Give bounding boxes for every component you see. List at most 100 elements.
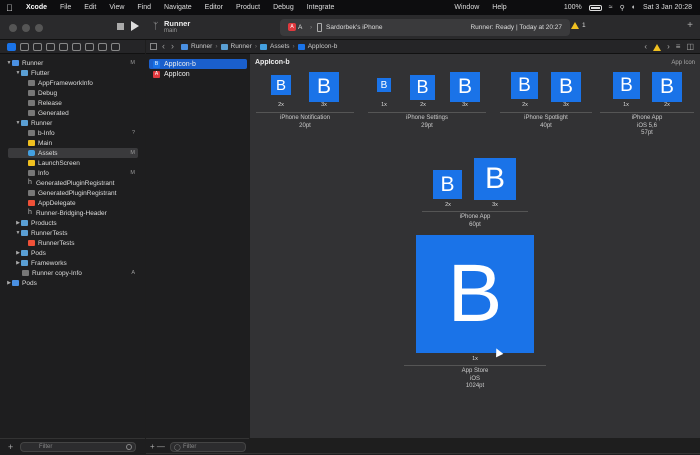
stop-icon[interactable]	[117, 23, 124, 30]
tree-item-runnertests-folder[interactable]: ▼ RunnerTests	[0, 228, 145, 238]
previous-issue-icon[interactable]: ‹	[644, 42, 647, 51]
adjust-editor-icon[interactable]: ≡	[676, 42, 681, 51]
icon-slot-iphone-app-legacy-2x[interactable]: B	[652, 72, 682, 102]
icon-slot-iphone-app-3x[interactable]: B	[474, 158, 516, 200]
debug-navigator-tab[interactable]	[85, 42, 94, 51]
run-icon[interactable]	[131, 21, 139, 31]
tree-item-debug[interactable]: Debug	[0, 88, 145, 98]
project-name[interactable]: Runner	[164, 19, 190, 28]
icon-slot-settings-1x[interactable]: B	[377, 78, 391, 92]
tree-item-generatedpluginregistrant-h[interactable]: h GeneratedPluginRegistrant	[0, 178, 145, 188]
tree-item-appframeworkinfo[interactable]: AppFrameworkInfo	[0, 78, 145, 88]
device-name[interactable]: Sardorbek's iPhone	[326, 24, 383, 31]
icon-slot-spotlight-2x[interactable]: B	[511, 72, 538, 99]
scale-label: 3x	[462, 102, 468, 108]
menu-help[interactable]: Help	[492, 4, 506, 11]
add-asset-button[interactable]: + —	[150, 442, 165, 451]
tree-item-bridging-header[interactable]: h Runner-Bridging-Header	[0, 208, 145, 218]
activity-view[interactable]: A A › Sardorbek's iPhone Runner: Ready |…	[280, 19, 570, 36]
tree-item-pods-group[interactable]: ▶ Pods	[0, 248, 145, 258]
tree-item-runner-copy-info[interactable]: Runner copy-Info A	[0, 268, 145, 278]
tree-item-products[interactable]: ▶ Products	[0, 218, 145, 228]
navigator-filter-input[interactable]: Filter	[20, 442, 136, 452]
project-navigator-tab[interactable]	[7, 42, 16, 51]
icon-slot-notification-2x[interactable]: B	[271, 75, 291, 95]
icon-slot-settings-2x[interactable]: B	[410, 75, 435, 100]
tree-item-runner-project[interactable]: ▼ Runner M	[0, 58, 145, 68]
icon-slot-iphone-app-2x[interactable]: B	[433, 170, 462, 199]
add-icon[interactable]: +	[687, 20, 693, 31]
control-center-icon[interactable]: ◐	[632, 4, 636, 11]
project-icon	[181, 43, 188, 50]
menu-editor[interactable]: Editor	[205, 4, 223, 11]
menu-product[interactable]: Product	[236, 4, 260, 11]
back-icon[interactable]: ‹	[162, 41, 165, 51]
tree-item-launchscreen[interactable]: LaunchScreen	[0, 158, 145, 168]
menu-edit[interactable]: Edit	[84, 4, 96, 11]
tree-item-generatedpluginregistrant-m[interactable]: GeneratedPluginRegistrant	[0, 188, 145, 198]
battery-icon[interactable]	[588, 4, 602, 11]
report-navigator-tab[interactable]	[111, 42, 120, 51]
issue-navigator-tab[interactable]	[59, 42, 68, 51]
icon-slot-app-store-1x[interactable]: B	[416, 235, 534, 353]
warning-indicator[interactable]: 1	[571, 22, 586, 29]
scale-label: 1x	[623, 102, 629, 108]
icon-slot-spotlight-3x[interactable]: B	[551, 72, 581, 102]
related-items-icon[interactable]	[150, 43, 157, 50]
menu-debug[interactable]: Debug	[273, 4, 294, 11]
tree-item-b-info[interactable]: b-Info?	[0, 128, 145, 138]
battery-percent: 100%	[563, 4, 582, 11]
recent-files-icon[interactable]	[126, 444, 132, 450]
menu-integrate[interactable]: Integrate	[307, 4, 335, 11]
asset-filter-input[interactable]: ◯ Filter	[170, 442, 246, 452]
asset-item-appicon[interactable]: A AppIcon	[149, 69, 247, 79]
tree-item-appdelegate[interactable]: AppDelegate	[0, 198, 145, 208]
find-navigator-tab[interactable]	[46, 42, 55, 51]
menu-app-name[interactable]: Xcode	[26, 4, 47, 11]
search-icon[interactable]: ⚲	[620, 4, 625, 12]
zoom-window-button[interactable]	[35, 24, 43, 32]
forward-icon[interactable]: ›	[171, 41, 174, 51]
tree-item-runnertests-file[interactable]: RunnerTests	[0, 238, 145, 248]
breadcrumb-item-project[interactable]: Runner	[191, 43, 212, 50]
tree-item-release[interactable]: Release	[0, 98, 145, 108]
menu-navigate[interactable]: Navigate	[164, 4, 192, 11]
breadcrumb-item-appicon[interactable]: AppIcon-b	[308, 43, 338, 50]
test-navigator-tab[interactable]	[72, 42, 81, 51]
tree-item-runner-folder[interactable]: ▼ Runner	[0, 118, 145, 128]
tree-item-frameworks[interactable]: ▶ Frameworks	[0, 258, 145, 268]
icon-slot-settings-3x[interactable]: B	[450, 72, 480, 102]
tree-item-main[interactable]: Main	[0, 138, 145, 148]
icon-slot-iphone-app-legacy-1x[interactable]: B	[613, 72, 640, 99]
breadcrumb-item-folder[interactable]: Runner	[231, 43, 252, 50]
tree-item-info[interactable]: Info M	[0, 168, 145, 178]
menu-file[interactable]: File	[60, 4, 71, 11]
wifi-icon[interactable]: ≈	[609, 4, 613, 11]
apple-icon[interactable]: 	[6, 3, 16, 13]
branch-name[interactable]: main	[164, 28, 177, 34]
menu-clock[interactable]: Sat 3 Jan 20:28	[643, 4, 692, 11]
breakpoint-navigator-tab[interactable]	[98, 42, 107, 51]
add-file-button[interactable]: +	[8, 442, 13, 452]
menu-window[interactable]: Window	[454, 4, 479, 11]
tree-item-assets[interactable]: Assets M	[8, 148, 138, 158]
tree-item-generated[interactable]: Generated	[0, 108, 145, 118]
minimize-window-button[interactable]	[22, 24, 30, 32]
scale-label: 2x	[445, 202, 451, 208]
next-issue-icon[interactable]: ›	[667, 42, 670, 51]
warning-icon	[571, 22, 579, 29]
source-control-tab[interactable]	[20, 42, 29, 51]
split-editor-icon[interactable]: ◫	[686, 42, 694, 51]
jump-bar-controls: ‹ › ≡ ◫	[644, 42, 694, 51]
breadcrumb-item-assets[interactable]: Assets	[270, 43, 290, 50]
tree-item-pods-project[interactable]: ▶ Pods	[0, 278, 145, 288]
scheme-name[interactable]: A	[298, 24, 302, 31]
menu-find[interactable]: Find	[137, 4, 151, 11]
icon-slot-notification-3x[interactable]: B	[309, 72, 339, 102]
warning-icon[interactable]	[653, 44, 662, 51]
close-window-button[interactable]	[9, 24, 17, 32]
tree-item-flutter[interactable]: ▼ Flutter	[0, 68, 145, 78]
menu-view[interactable]: View	[109, 4, 124, 11]
asset-item-appicon-b[interactable]: B AppIcon-b	[149, 59, 247, 69]
symbol-navigator-tab[interactable]	[33, 42, 42, 51]
